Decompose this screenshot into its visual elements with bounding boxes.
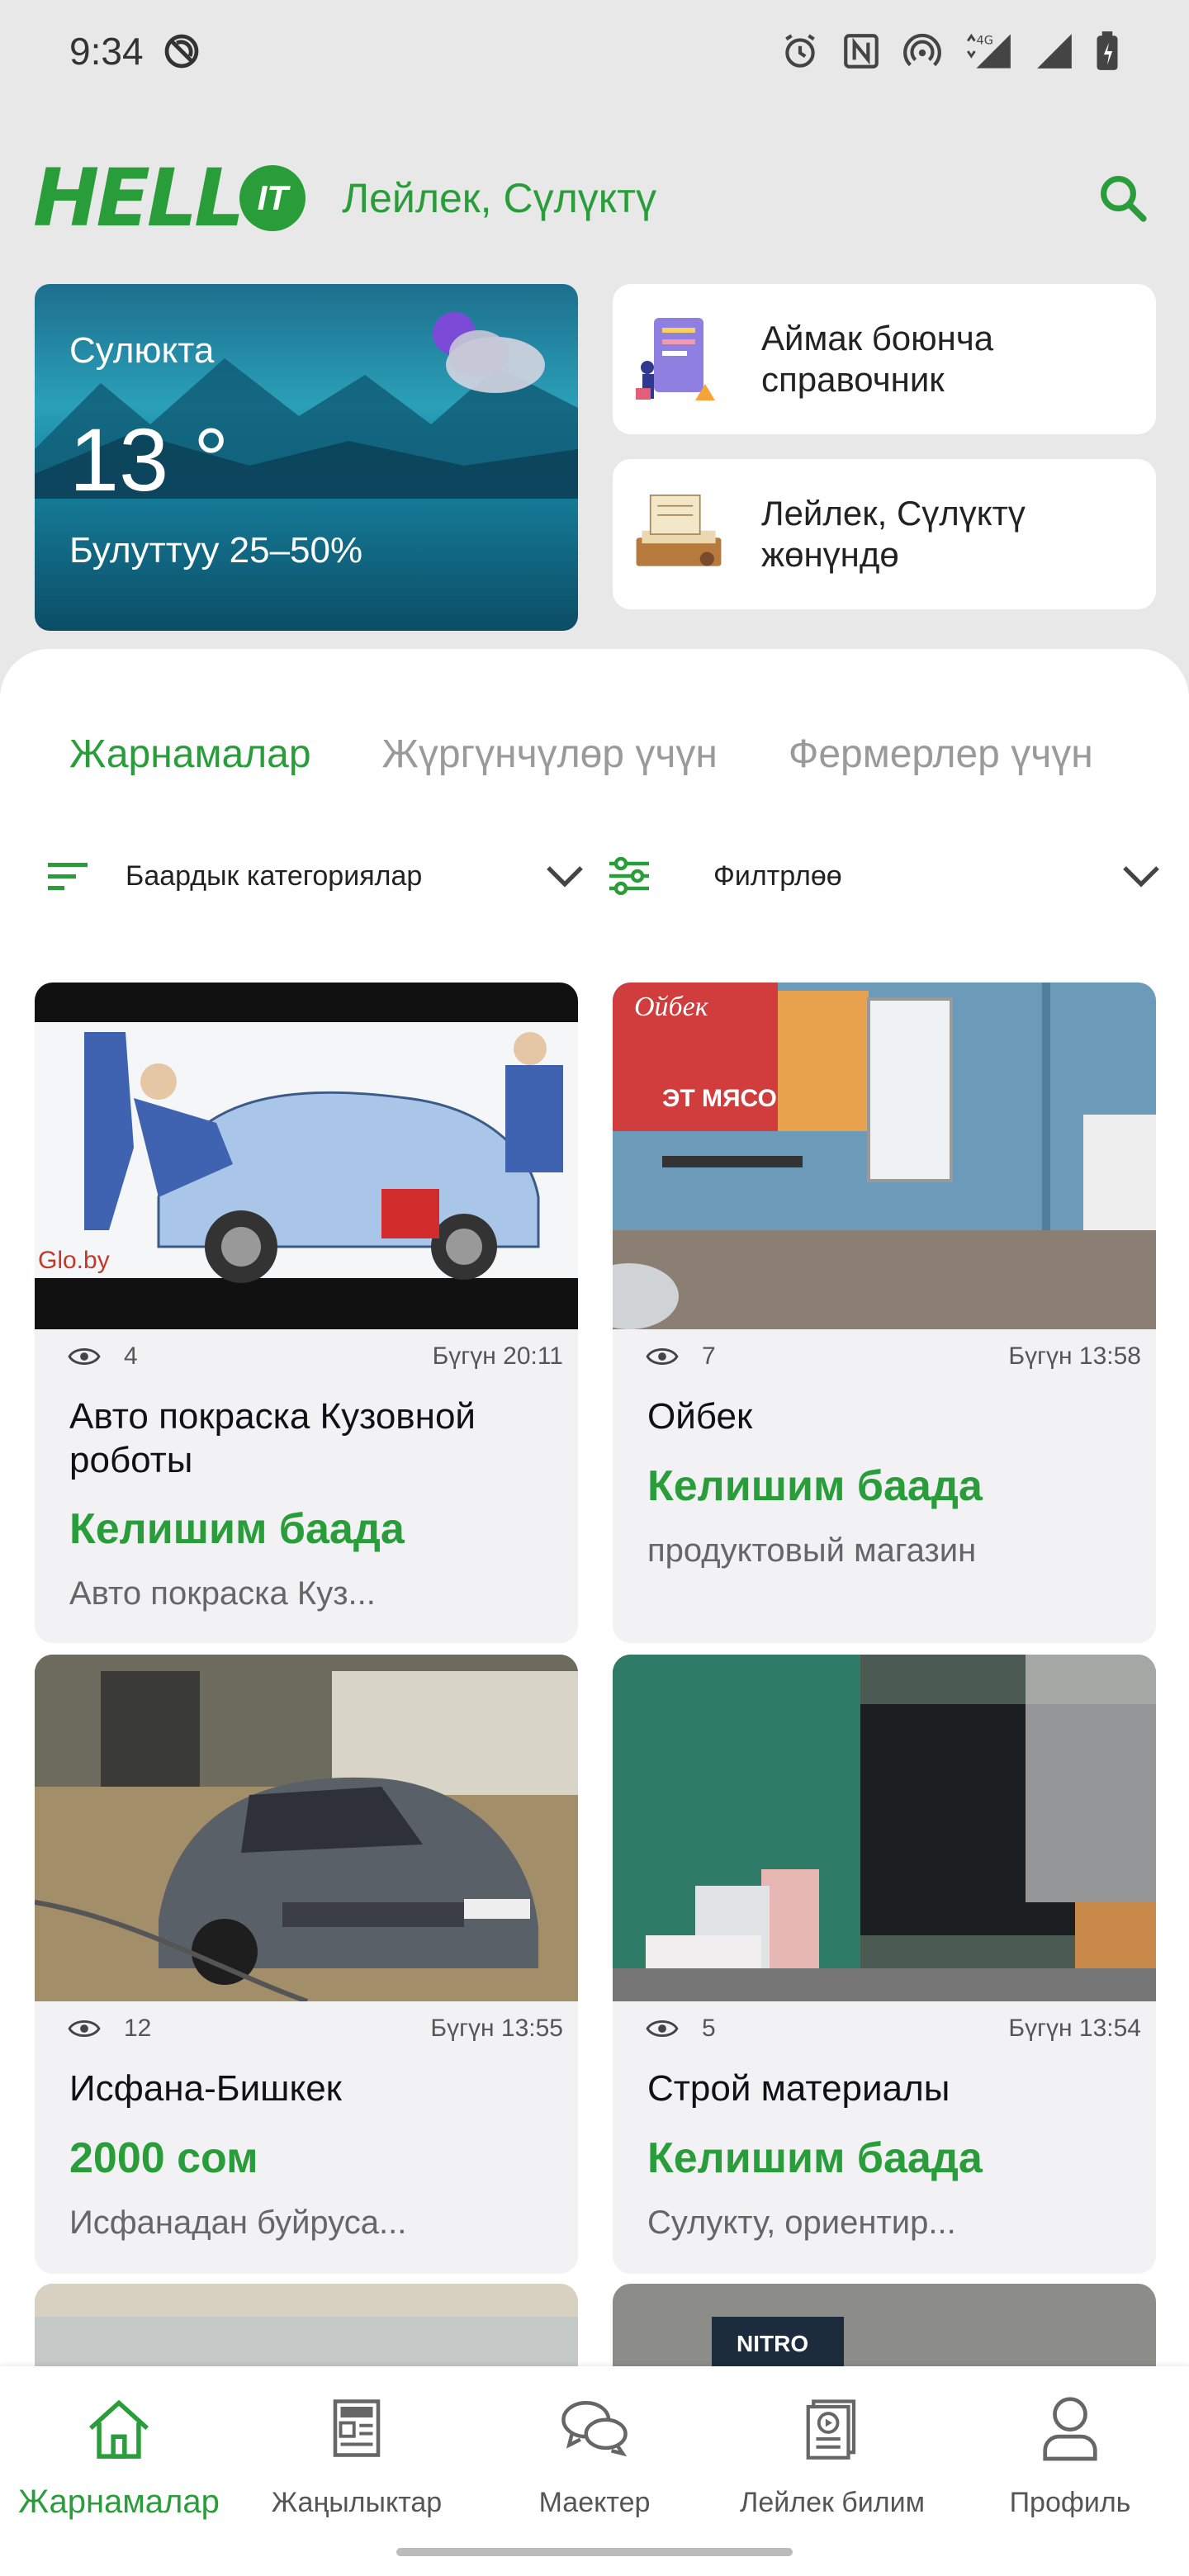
listing-card[interactable]: 12 Бүгүн 13:55 Исфана-Бишкек 2000 сом Ис… — [35, 1655, 578, 2274]
views-eye-icon — [646, 2020, 679, 2037]
listing-date: Бүгүн 13:54 — [1008, 2015, 1141, 2042]
listing-meta: 5 Бүгүн 13:54 — [646, 2015, 1141, 2043]
listing-title: Ойбек — [647, 1396, 753, 1437]
listing-card[interactable]: 5 Бүгүн 13:54 Строй материалы Келишим ба… — [613, 1655, 1156, 2274]
listing-title: Исфана-Бишкек — [69, 2068, 342, 2109]
listing-meta: 12 Бүгүн 13:55 — [68, 2015, 563, 2043]
region-directory-card[interactable]: Аймак боюнча справочник — [613, 284, 1156, 434]
search-icon — [1101, 176, 1147, 222]
listing-date: Бүгүн 20:11 — [432, 1342, 563, 1370]
nav-news[interactable]: Жаңылыктар — [238, 2391, 476, 2519]
tab-passengers[interactable]: Жүргүнчүлөр үчүн — [382, 732, 718, 777]
signal-icon — [1037, 34, 1072, 69]
category-dropdown[interactable]: Баардык категориялар — [43, 847, 604, 905]
listing-image-shop: Ойбек ЭТ МЯСО — [613, 983, 1156, 1329]
tune-icon — [604, 851, 654, 901]
listing-image-building-materials — [613, 1655, 1156, 2001]
status-bar: 9:34 4G — [0, 0, 1189, 102]
profile-icon — [1033, 2391, 1107, 2465]
nav-education[interactable]: Лейлек билим — [713, 2391, 951, 2519]
region-directory-label: Аймак боюнча справочник — [761, 318, 994, 399]
cloudy-weather-icon — [433, 312, 545, 393]
views-count: 7 — [702, 1342, 716, 1370]
listing-price: Келишим баада — [69, 1505, 405, 1553]
listing-price: Келишим баада — [647, 2134, 983, 2182]
weather-temperature: 13 ° — [69, 410, 230, 509]
svg-text:Glo.by: Glo.by — [38, 1247, 110, 1274]
views-eye-icon — [68, 2020, 101, 2037]
bottom-navigation: Жарнамалар Жаңылыктар Маектер Лейлек бил… — [0, 2366, 1189, 2576]
signal-4g-icon: 4G — [966, 33, 1011, 69]
status-time: 9:34 — [69, 30, 144, 73]
directory-illustration-icon — [629, 301, 728, 417]
filter-bar: Баардык категориялар Филтрлөө — [43, 847, 1166, 905]
weather-card[interactable]: Сулюкта 13 ° Булуттуу 25–50% — [35, 284, 578, 631]
views-eye-icon — [646, 1348, 679, 1365]
hello-it-logo: HELL IT — [33, 152, 306, 244]
listing-price: Келишим баада — [647, 1462, 983, 1510]
filter-dropdown[interactable]: Филтрлөө — [604, 847, 1166, 905]
listing-description: продуктовый магазин — [647, 1532, 977, 1569]
category-dropdown-label: Баардык категориялар — [126, 859, 423, 892]
status-icons: 4G — [779, 31, 1120, 72]
about-region-label: Лейлек, Сүлүктү жөнүндө — [761, 493, 1026, 574]
home-icon — [82, 2391, 156, 2465]
battery-icon — [1097, 31, 1118, 70]
listing-description: Исфанадан буйруса... — [69, 2204, 407, 2241]
nav-chats[interactable]: Маектер — [476, 2391, 713, 2519]
app-header: HELL IT Лейлек, Сүлүктү — [33, 149, 1156, 248]
svg-text:4G: 4G — [977, 35, 993, 48]
weather-condition: Булуттуу 25–50% — [69, 530, 363, 571]
chevron-down-icon — [540, 851, 590, 901]
listing-description: Авто покраска Куз... — [69, 1575, 376, 1612]
listing-title: Авто покраска Кузовной роботы — [69, 1396, 476, 1480]
nav-profile[interactable]: Профиль — [951, 2391, 1189, 2519]
do-not-disturb-icon — [164, 34, 198, 69]
education-icon — [795, 2391, 869, 2465]
hotspot-icon — [903, 33, 941, 67]
about-illustration-icon — [629, 476, 728, 592]
alarm-icon — [785, 34, 815, 68]
search-button[interactable] — [1090, 165, 1156, 231]
listing-image-car-painting: Glo.by — [35, 983, 578, 1329]
svg-text:ЭТ МЯСО: ЭТ МЯСО — [662, 1085, 777, 1112]
news-icon — [320, 2391, 394, 2465]
category-tabs: Жарнамалар Жүргүнчүлөр үчүн Фермерлер үч… — [69, 732, 1093, 777]
svg-text:NITRO: NITRO — [737, 2331, 808, 2356]
listing-description: Сулукту, ориентир... — [647, 2204, 956, 2241]
nav-ads[interactable]: Жарнамалар — [0, 2391, 238, 2521]
location-title[interactable]: Лейлек, Сүлүктү — [342, 174, 656, 222]
listing-image-car — [35, 1655, 578, 2001]
home-indicator[interactable] — [396, 2548, 793, 2556]
listing-date: Бүгүн 13:55 — [430, 2015, 563, 2042]
chevron-down-icon — [1116, 851, 1166, 901]
tab-farmers[interactable]: Фермерлер үчүн — [789, 732, 1093, 777]
views-count: 5 — [702, 2015, 716, 2042]
listing-title: Строй материалы — [647, 2068, 950, 2109]
tab-ads[interactable]: Жарнамалар — [69, 732, 311, 777]
nfc-icon — [844, 34, 879, 69]
listing-date: Бүгүн 13:58 — [1008, 1342, 1141, 1370]
chat-icon — [557, 2391, 632, 2465]
about-region-card[interactable]: Лейлек, Сүлүктү жөнүндө — [613, 459, 1156, 609]
views-count: 4 — [124, 1342, 138, 1370]
views-count: 12 — [124, 2015, 152, 2042]
views-eye-icon — [68, 1348, 101, 1365]
listing-card[interactable]: Glo.by 4 Бүгүн 20:11 Авто покраска Кузов… — [35, 983, 578, 1643]
listing-price: 2000 сом — [69, 2134, 258, 2182]
svg-text:Ойбек: Ойбек — [634, 992, 709, 1022]
filter-dropdown-label: Филтрлөө — [713, 859, 842, 892]
weather-city: Сулюкта — [69, 330, 215, 371]
listing-meta: 7 Бүгүн 13:58 — [646, 1342, 1141, 1371]
listing-meta: 4 Бүгүн 20:11 — [68, 1342, 563, 1371]
sort-icon — [43, 851, 92, 901]
listing-card[interactable]: Ойбек ЭТ МЯСО 7 Бүгүн 13:58 Ойбек Келиши… — [613, 983, 1156, 1643]
